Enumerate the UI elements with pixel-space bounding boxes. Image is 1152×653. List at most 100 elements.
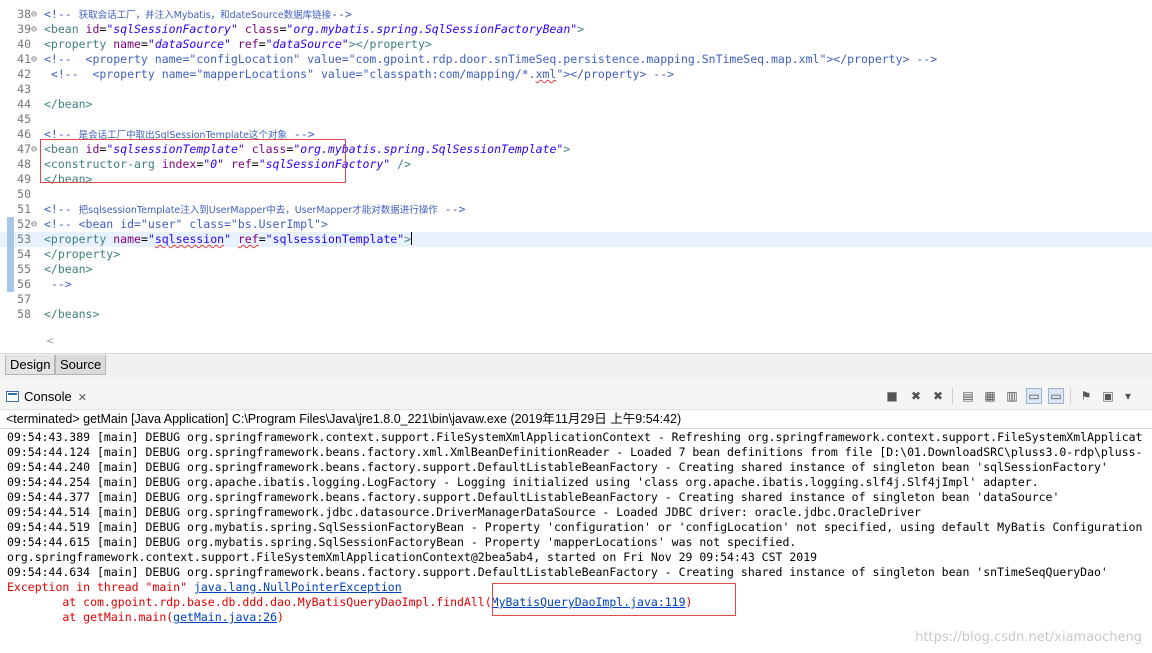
show-on-stdout-icon[interactable]: ▭ [1026,388,1042,404]
stack-trace-link[interactable]: java.lang.NullPointerException [194,580,402,594]
word-wrap-icon[interactable]: ▥ [1004,388,1020,404]
code-line[interactable]: 40 <property name="dataSource" ref="dataS… [0,37,1152,52]
code-text: </property> [44,247,121,261]
console-log-line: 09:54:44.377 [main] DEBUG org.springfram… [7,490,1060,504]
code-line[interactable]: 38 ⊖ <!-- 获取会话工厂，并注入Mybatis，和dateSource数据库… [0,7,1152,22]
console-error-line: at getMain.main(getMain.java:26) [7,610,284,624]
line-number: 44 [17,97,31,111]
show-on-stderr-icon[interactable]: ▭ [1048,388,1064,404]
line-number: 47 [17,142,31,156]
view-separator [0,375,1152,382]
code-text: <property name="sqlsession" ref="sqlsess… [44,232,413,246]
tab-console[interactable]: Console ✕ [6,386,87,408]
pin-console-icon[interactable]: ⚑ [1078,388,1094,404]
line-number: 48 [17,157,31,171]
line-number: 46 [17,127,31,141]
code-line[interactable]: 45 [0,112,1152,127]
console-toolbar: ■ ✖ ✖ ▤ ▦ ▥ ▭ ▭ ⚑ ▣ ▾ [884,388,1144,406]
line-number: 39 [17,22,31,36]
console-error-line: Exception in thread "main" java.lang.Nul… [7,580,402,594]
line-number: 56 [17,277,31,291]
remove-launch-icon[interactable]: ✖ [908,388,924,404]
toolbar-separator [952,388,953,404]
code-line[interactable]: 52 ⊖ <!-- <bean id="user" class="bs.UserIm… [0,217,1152,232]
highlight-box-error-location [492,583,736,616]
scroll-left-icon[interactable]: < [46,336,54,347]
line-number: 52 [17,217,31,231]
highlight-box-bean-definition [40,139,346,183]
line-number: 57 [17,292,31,306]
code-line[interactable]: 55 </bean> [0,262,1152,277]
fold-toggle-icon[interactable]: ⊖ [31,52,41,67]
close-icon[interactable]: ✕ [78,392,87,404]
code-line[interactable]: 57 [0,292,1152,307]
code-line[interactable]: 56 --> [0,277,1152,292]
scroll-lock-icon[interactable]: ▦ [982,388,998,404]
code-text: <!-- <property name="mapperLocations" va… [44,67,675,81]
code-text: <!-- 把sqlsessionTemplate注入到UserMapper中去，… [44,202,466,216]
watermark: https://blog.csdn.net/xiamaocheng [915,630,1142,645]
console-log-line: org.springframework.context.support.File… [7,550,818,564]
code-line[interactable]: 43 [0,82,1152,97]
code-text: <property name="dataSource" ref="dataSou… [44,37,432,51]
line-number: 40 [17,37,31,51]
line-number: 43 [17,82,31,96]
code-line[interactable]: 58 </beans> [0,307,1152,322]
display-console-icon[interactable]: ▣ [1100,388,1116,404]
line-number: 49 [17,172,31,186]
code-text: </bean> [44,262,93,276]
code-text: </bean> [44,97,93,111]
line-number: 38 [17,7,31,21]
line-number: 58 [17,307,31,321]
code-text: <!-- <property name="configLocation" val… [44,52,938,66]
console-log-line: 09:54:44.634 [main] DEBUG org.springfram… [7,565,1108,579]
console-log-line: 09:54:44.514 [main] DEBUG org.springfram… [7,505,921,519]
line-number: 54 [17,247,31,261]
code-text: <!-- 获取会话工厂，并注入Mybatis，和dateSource数据库链接-… [44,7,352,21]
code-line[interactable]: 42 <!-- <property name="mapperLocations"… [0,67,1152,82]
line-number: 45 [17,112,31,126]
console-log-line: 09:54:43.389 [main] DEBUG org.springfram… [7,430,1143,444]
code-text: <!-- <bean id="user" class="bs.UserImpl"… [44,217,328,231]
text-caret [411,232,413,245]
code-line[interactable]: 39 ⊖ <bean id="sqlSessionFactory" class="o… [0,22,1152,37]
process-status-label: <terminated> getMain [Java Application] … [6,412,682,426]
remove-all-terminated-icon[interactable]: ✖ [930,388,946,404]
line-number: 41 [17,52,31,66]
tab-design[interactable]: Design [5,355,56,375]
code-line[interactable]: 50 [0,187,1152,202]
terminate-icon[interactable]: ■ [884,388,900,404]
console-log-line: 09:54:44.240 [main] DEBUG org.springfram… [7,460,1108,474]
fold-toggle-icon[interactable]: ⊖ [31,217,41,232]
fold-toggle-icon[interactable]: ⊖ [31,22,41,37]
clear-console-icon[interactable]: ▤ [960,388,976,404]
horizontal-scrollbar[interactable]: < [40,336,1152,350]
console-log-line: 09:54:44.519 [main] DEBUG org.mybatis.sp… [7,520,1143,534]
console-output[interactable]: 09:54:43.389 [main] DEBUG org.springfram… [0,428,1152,653]
console-icon [6,391,19,402]
console-view-header: Console ✕ ■ ✖ ✖ ▤ ▦ ▥ ▭ ▭ ⚑ ▣ ▾ [0,382,1152,410]
stack-trace-link[interactable]: getMain.java:26 [173,610,277,624]
console-log-line: 09:54:44.254 [main] DEBUG org.apache.iba… [7,475,1039,489]
line-number: 50 [17,187,31,201]
line-number: 53 [17,232,31,246]
console-tab-label: Console [24,389,72,404]
code-line[interactable]: 44 </bean> [0,97,1152,112]
fold-toggle-icon[interactable]: ⊖ [31,7,41,22]
line-number: 42 [17,67,31,81]
code-line[interactable]: 51 <!-- 把sqlsessionTemplate注入到UserMapper中… [0,202,1152,217]
tab-source[interactable]: Source [55,355,107,375]
console-log-line: 09:54:44.615 [main] DEBUG org.mybatis.sp… [7,535,797,549]
xml-editor[interactable]: 38 ⊖ <!-- 获取会话工厂，并注入Mybatis，和dateSource数据库… [0,0,1152,352]
toolbar-separator [1070,388,1071,404]
code-text: </beans> [44,307,100,321]
code-line[interactable]: 41 ⊖ <!-- <property name="configLocation" … [0,52,1152,67]
line-number: 55 [17,262,31,276]
editor-mode-tabs: Design Source [0,353,1152,375]
code-line[interactable]: 53 <property name="sqlsession" ref="sqlse… [0,232,1152,247]
line-number: 51 [17,202,31,216]
code-text: --> [44,277,72,291]
code-line[interactable]: 54 </property> [0,247,1152,262]
code-text: <bean id="sqlSessionFactory" class="org.… [44,22,585,36]
view-menu-icon[interactable]: ▾ [1120,388,1136,404]
